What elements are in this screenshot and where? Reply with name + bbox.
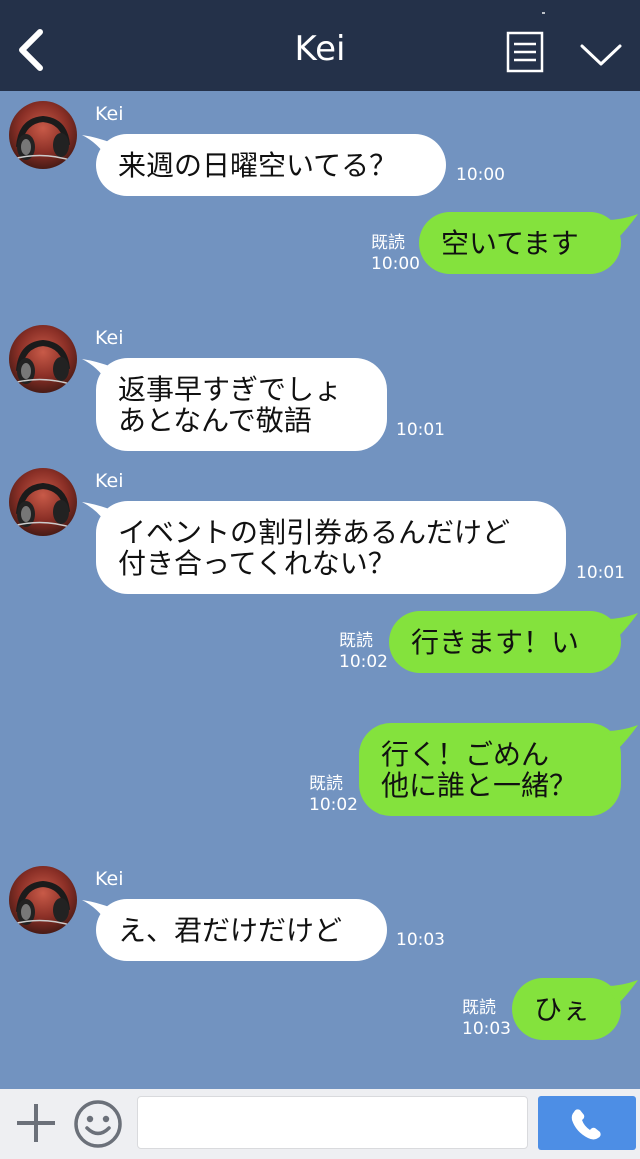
message-time: 10:01 xyxy=(576,563,625,583)
message-bubble-outgoing[interactable]: 行く！ごめん 他に誰と一緒？ xyxy=(359,723,621,816)
read-receipt: 既読 xyxy=(309,774,343,794)
message-bubble-incoming[interactable]: え、君だけだけど xyxy=(96,899,387,961)
document-menu-icon[interactable] xyxy=(506,31,544,73)
phone-icon xyxy=(571,1109,601,1140)
message-bubble-outgoing[interactable]: 空いてます xyxy=(419,212,621,274)
chat-header: Kei xyxy=(0,0,640,91)
message-input[interactable] xyxy=(137,1096,528,1149)
sender-name: Kei xyxy=(95,868,124,890)
bubble-tail xyxy=(606,613,638,637)
avatar[interactable] xyxy=(9,325,77,393)
sender-name: Kei xyxy=(95,470,124,492)
avatar[interactable] xyxy=(9,101,77,169)
bubble-tail xyxy=(606,725,638,749)
message-time: 10:00 xyxy=(456,165,505,185)
message-time: 10:03 xyxy=(462,1019,511,1039)
message-bubble-outgoing[interactable]: ひぇ xyxy=(512,978,621,1040)
bubble-tail xyxy=(606,980,638,1004)
plus-icon[interactable] xyxy=(14,1101,58,1145)
sender-name: Kei xyxy=(95,103,124,125)
read-receipt: 既読 xyxy=(462,998,496,1018)
message-bubble-outgoing[interactable]: 行きます！い xyxy=(389,611,621,673)
read-receipt: 既読 xyxy=(371,233,405,253)
bubble-tail xyxy=(606,214,638,238)
read-receipt: 既読 xyxy=(339,631,373,651)
sender-name: Kei xyxy=(95,327,124,349)
message-time: 10:01 xyxy=(396,420,445,440)
message-time: 10:00 xyxy=(371,254,420,274)
message-composer xyxy=(0,1089,640,1159)
message-time: 10:02 xyxy=(309,795,358,815)
message-bubble-incoming[interactable]: イベントの割引券あるんだけど 付き合ってくれない？ xyxy=(96,501,566,594)
message-time: 10:02 xyxy=(339,652,388,672)
avatar[interactable] xyxy=(9,468,77,536)
message-bubble-incoming[interactable]: 来週の日曜空いてる？ xyxy=(96,134,446,196)
smiley-icon[interactable] xyxy=(73,1099,123,1149)
chevron-down-icon[interactable] xyxy=(578,40,624,70)
call-button[interactable] xyxy=(538,1096,636,1150)
status-bar-fragment xyxy=(540,0,554,14)
chat-title: Kei xyxy=(294,29,346,69)
message-list[interactable]: Kei 来週の日曜空いてる？ 10:00 既読 10:00 空いてます Kei … xyxy=(0,91,640,1089)
avatar[interactable] xyxy=(9,866,77,934)
message-time: 10:03 xyxy=(396,930,445,950)
message-bubble-incoming[interactable]: 返事早すぎでしょ あとなんで敬語 xyxy=(96,358,387,451)
